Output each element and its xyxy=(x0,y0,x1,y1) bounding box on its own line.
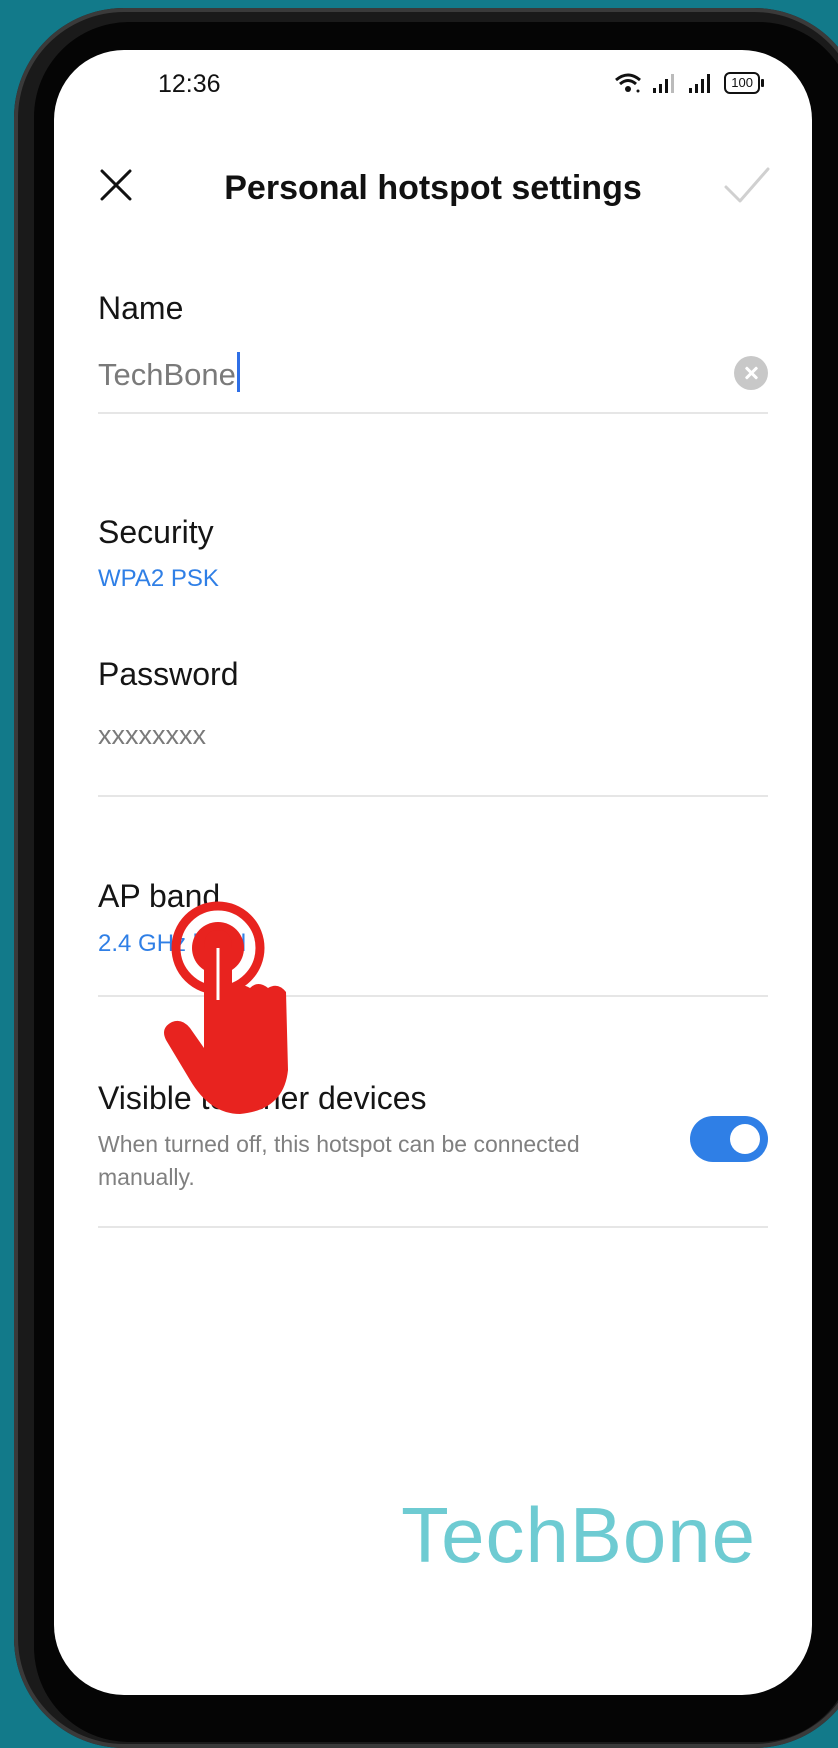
visible-toggle[interactable] xyxy=(690,1116,768,1162)
signal-icon-1 xyxy=(653,74,675,93)
security-label: Security xyxy=(98,514,214,550)
status-bar: 12:36 100 xyxy=(54,60,812,110)
signal-icon-2 xyxy=(689,74,711,93)
name-input[interactable]: TechBone xyxy=(98,352,240,393)
divider xyxy=(98,1226,768,1228)
name-input-value: TechBone xyxy=(98,357,236,392)
page-title: Personal hotspot settings xyxy=(224,169,642,207)
security-value: WPA2 PSK xyxy=(98,565,219,592)
password-label: Password xyxy=(98,656,239,692)
tap-hand-icon xyxy=(164,901,288,1114)
divider xyxy=(98,795,768,797)
check-icon[interactable] xyxy=(722,163,772,209)
clear-icon[interactable] xyxy=(734,356,768,390)
wifi-icon xyxy=(615,73,642,93)
screen: 12:36 100 Personal hotspot settings Name… xyxy=(54,50,812,1695)
header: Personal hotspot settings xyxy=(54,155,812,225)
status-time: 12:36 xyxy=(158,70,221,98)
text-cursor xyxy=(236,352,240,392)
divider xyxy=(98,412,768,414)
watermark: TechBone xyxy=(401,1491,756,1579)
battery-icon: 100 xyxy=(724,72,764,94)
toggle-knob xyxy=(730,1124,760,1154)
status-icons: 100 xyxy=(614,72,764,94)
password-input[interactable]: xxxxxxxx xyxy=(98,720,206,751)
name-label: Name xyxy=(98,290,184,326)
visible-description: When turned off, this hotspot can be con… xyxy=(98,1131,580,1190)
